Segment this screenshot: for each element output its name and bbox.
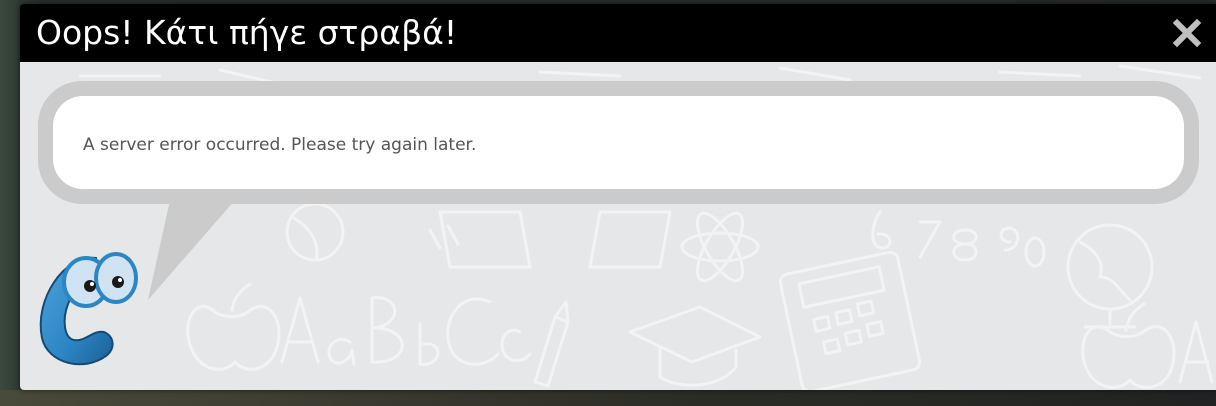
dialog-header: Oops! Κάτι πήγε στραβά! (20, 4, 1216, 62)
mascot-icon (39, 252, 138, 366)
error-dialog: Oops! Κάτι πήγε στραβά! A server error o… (20, 4, 1216, 390)
dialog-body: A server error occurred. Please try agai… (20, 62, 1216, 390)
error-message: A server error occurred. Please try agai… (83, 135, 477, 155)
close-icon (1172, 18, 1202, 48)
dialog-title: Oops! Κάτι πήγε στραβά! (36, 13, 458, 52)
page-backdrop-bottom (0, 390, 1216, 406)
close-button[interactable] (1168, 14, 1206, 52)
